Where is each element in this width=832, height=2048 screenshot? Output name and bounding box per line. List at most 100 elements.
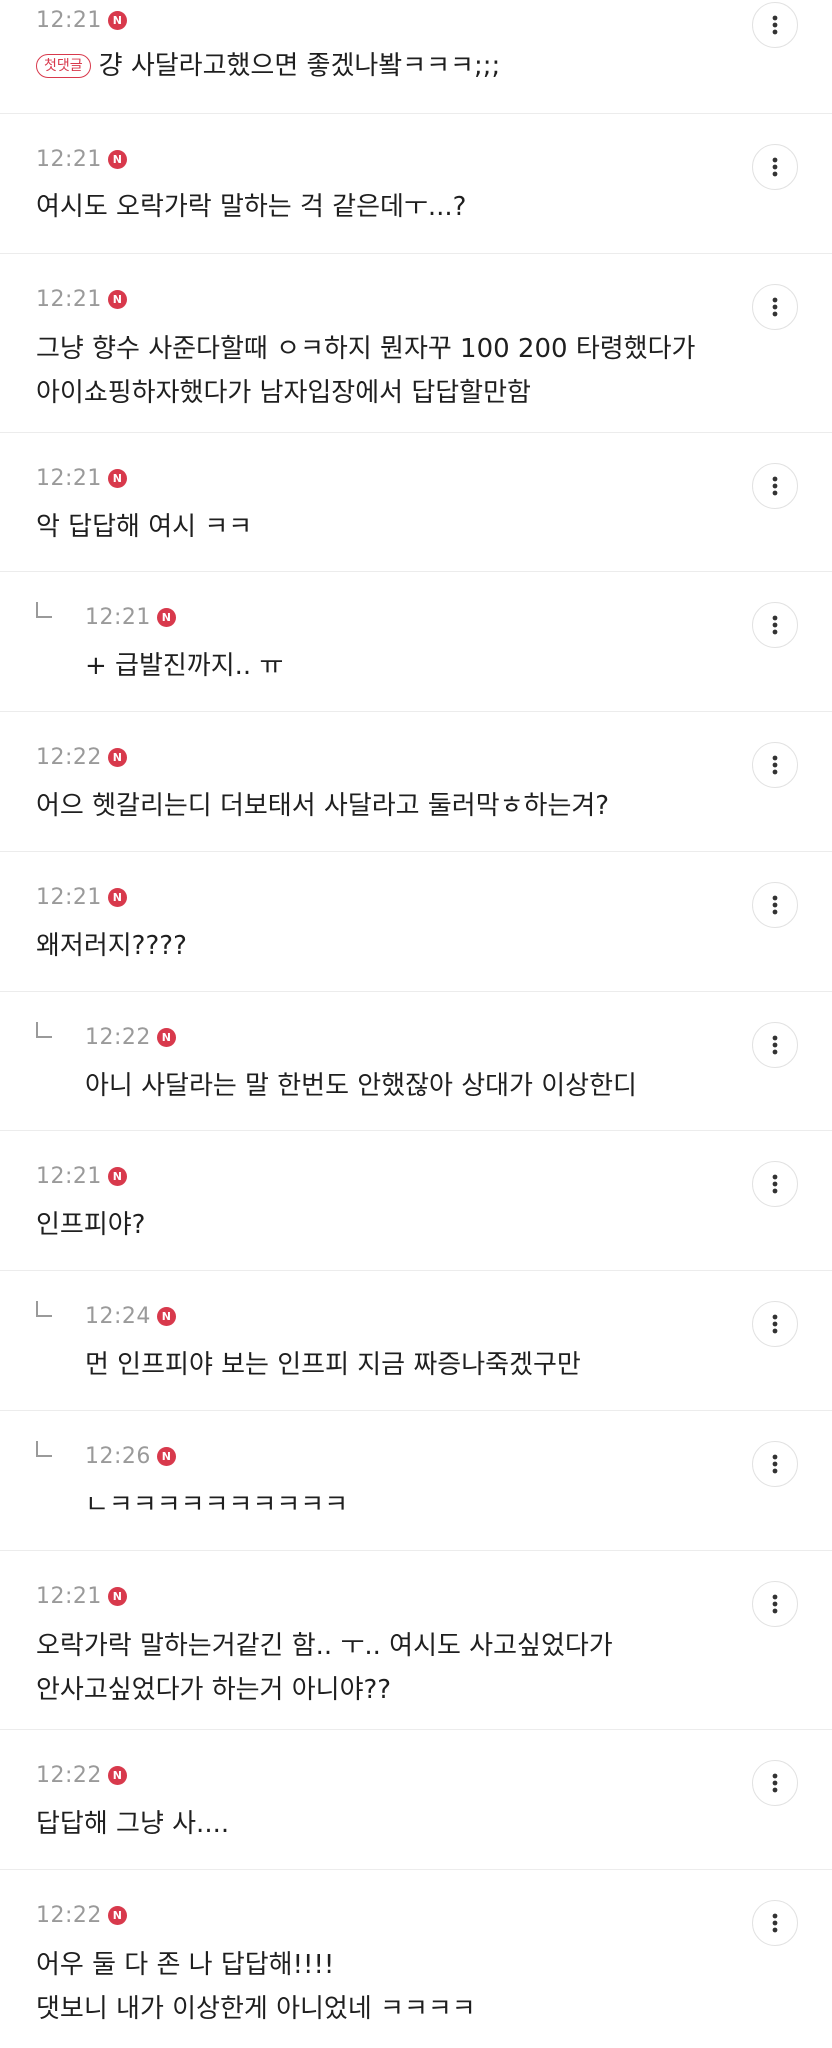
reply-item: 12:26 N ㄴㅋㅋㅋㅋㅋㅋㅋㅋㅋㅋ — [0, 1411, 832, 1551]
more-vertical-icon — [772, 615, 778, 635]
comment-body: 어우 둘 다 존 나 답답해!!!! 댓보니 내가 이상한게 아니었네 ㅋㅋㅋㅋ — [36, 1943, 476, 2031]
comment-meta: 12:22 N — [85, 1022, 176, 1052]
comment-item: 12:21 N 왜저러지???? — [0, 852, 832, 992]
comment-line: 오락가락 말하는거같긴 함.. ㅜ.. 여시도 사고싶었다가 — [36, 1631, 613, 1661]
new-badge: N — [107, 289, 127, 309]
more-options-button[interactable] — [752, 602, 798, 648]
comment-body: 첫댓글 걍 사달라고했으면 좋겠나봨ㅋㅋㅋ;;; — [36, 44, 500, 88]
new-badge: N — [107, 149, 127, 169]
comment-body: 오락가락 말하는거같긴 함.. ㅜ.. 여시도 사고싶었다가 안사고싶었다가 하… — [36, 1624, 613, 1712]
comment-meta: 12:21 N — [36, 1581, 127, 1611]
new-badge: N — [107, 1905, 127, 1925]
more-options-button[interactable] — [752, 144, 798, 190]
more-vertical-icon — [772, 755, 778, 775]
comment-text: 인프피야? — [36, 1210, 146, 1240]
more-options-button[interactable] — [752, 1900, 798, 1946]
comment-text: 악 답답해 여시 ㅋㅋ — [36, 512, 253, 542]
new-badge: N — [156, 1446, 176, 1466]
comment-item: 12:21 N 첫댓글 걍 사달라고했으면 좋겠나봨ㅋㅋㅋ;;; — [0, 0, 832, 114]
comment-time: 12:21 — [36, 146, 102, 172]
comment-meta: 12:21 N — [36, 144, 127, 174]
comment-time: 12:22 — [36, 1762, 102, 1788]
more-options-button[interactable] — [752, 2, 798, 48]
comment-line: 안사고싶었다가 하는거 아니야?? — [36, 1675, 392, 1705]
more-vertical-icon — [772, 15, 778, 35]
new-badge: N — [107, 887, 127, 907]
first-comment-badge: 첫댓글 — [36, 54, 91, 78]
comment-item: 12:21 N 여시도 오락가락 말하는 걱 같은데ㅜ...? — [0, 114, 832, 254]
comment-line: 그냥 향수 사준다할때 ㅇㅋ하지 뭔자꾸 100 200 타령했다가 — [36, 334, 696, 364]
new-badge: N — [156, 1306, 176, 1326]
more-vertical-icon — [772, 1314, 778, 1334]
comment-meta: 12:21 N — [85, 602, 176, 632]
new-badge: N — [107, 10, 127, 30]
new-badge: N — [107, 747, 127, 767]
comment-text: 여시도 오락가락 말하는 걱 같은데ㅜ...? — [36, 192, 467, 222]
more-options-button[interactable] — [752, 1760, 798, 1806]
comment-time: 12:24 — [85, 1303, 151, 1329]
more-vertical-icon — [772, 1594, 778, 1614]
comment-text: 답답해 그냥 사.... — [36, 1809, 230, 1839]
comment-item: 12:21 N 인프피야? — [0, 1131, 832, 1271]
new-badge: N — [107, 468, 127, 488]
new-badge: N — [107, 1586, 127, 1606]
comment-text: ㄴㅋㅋㅋㅋㅋㅋㅋㅋㅋㅋ — [85, 1490, 349, 1520]
more-vertical-icon — [772, 1454, 778, 1474]
comment-time: 12:21 — [36, 1583, 102, 1609]
comment-meta: 12:22 N — [36, 1760, 127, 1790]
comment-body: 그냥 향수 사준다할때 ㅇㅋ하지 뭔자꾸 100 200 타령했다가 아이쇼핑하… — [36, 327, 695, 415]
more-options-button[interactable] — [752, 882, 798, 928]
more-options-button[interactable] — [752, 463, 798, 509]
comment-meta: 12:26 N — [85, 1441, 176, 1471]
more-vertical-icon — [772, 1035, 778, 1055]
comment-meta: 12:21 N — [36, 882, 127, 912]
comment-time: 12:22 — [36, 744, 102, 770]
more-vertical-icon — [772, 1174, 778, 1194]
more-vertical-icon — [772, 1773, 778, 1793]
comment-time: 12:22 — [85, 1024, 151, 1050]
more-vertical-icon — [772, 297, 778, 317]
comment-text: + 급발진까지.. ㅠ — [85, 651, 284, 681]
comment-time: 12:21 — [36, 286, 102, 312]
new-badge: N — [156, 1027, 176, 1047]
comment-item: 12:22 N 어우 둘 다 존 나 답답해!!!! 댓보니 내가 이상한게 아… — [0, 1870, 832, 2048]
comment-line: 어우 둘 다 존 나 답답해!!!! — [36, 1950, 335, 1980]
comment-meta: 12:21 N — [36, 1161, 127, 1191]
comment-time: 12:21 — [36, 1163, 102, 1189]
comment-line: 아이쇼핑하자했다가 남자입장에서 답답할만함 — [36, 378, 531, 408]
reply-arrow-icon — [36, 1301, 52, 1317]
more-options-button[interactable] — [752, 742, 798, 788]
comment-time: 12:21 — [36, 7, 102, 33]
comment-meta: 12:22 N — [36, 742, 127, 772]
comment-time: 12:21 — [36, 465, 102, 491]
comment-item: 12:21 N 오락가락 말하는거같긴 함.. ㅜ.. 여시도 사고싶었다가 안… — [0, 1551, 832, 1730]
reply-item: 12:21 N + 급발진까지.. ㅠ — [0, 572, 832, 712]
new-badge: N — [107, 1166, 127, 1186]
comment-meta: 12:21 N — [36, 463, 127, 493]
comment-time: 12:22 — [36, 1902, 102, 1928]
comment-meta: 12:24 N — [85, 1301, 176, 1331]
comment-time: 12:21 — [36, 884, 102, 910]
comment-text: 아니 사달라는 말 한번도 안했잖아 상대가 이상한디 — [85, 1071, 637, 1101]
comment-line: 댓보니 내가 이상한게 아니었네 ㅋㅋㅋㅋ — [36, 1994, 476, 2024]
more-options-button[interactable] — [752, 1581, 798, 1627]
more-vertical-icon — [772, 476, 778, 496]
more-vertical-icon — [772, 157, 778, 177]
more-vertical-icon — [772, 1913, 778, 1933]
reply-item: 12:24 N 먼 인프피야 보는 인프피 지금 짜증나죽겠구만 — [0, 1271, 832, 1411]
more-options-button[interactable] — [752, 1301, 798, 1347]
more-options-button[interactable] — [752, 1161, 798, 1207]
new-badge: N — [107, 1765, 127, 1785]
comment-text: 먼 인프피야 보는 인프피 지금 짜증나죽겠구만 — [85, 1350, 581, 1380]
comment-meta: 12:22 N — [36, 1900, 127, 1930]
more-vertical-icon — [772, 895, 778, 915]
more-options-button[interactable] — [752, 284, 798, 330]
reply-arrow-icon — [36, 1022, 52, 1038]
comment-text: 어으 헷갈리는디 더보태서 사달라고 둘러막ㅎ하는겨? — [36, 791, 610, 821]
comment-item: 12:21 N 악 답답해 여시 ㅋㅋ — [0, 433, 832, 572]
reply-item: 12:22 N 아니 사달라는 말 한번도 안했잖아 상대가 이상한디 — [0, 992, 832, 1131]
more-options-button[interactable] — [752, 1022, 798, 1068]
comment-meta: 12:21 N — [36, 5, 127, 35]
comment-time: 12:21 — [85, 604, 151, 630]
more-options-button[interactable] — [752, 1441, 798, 1487]
